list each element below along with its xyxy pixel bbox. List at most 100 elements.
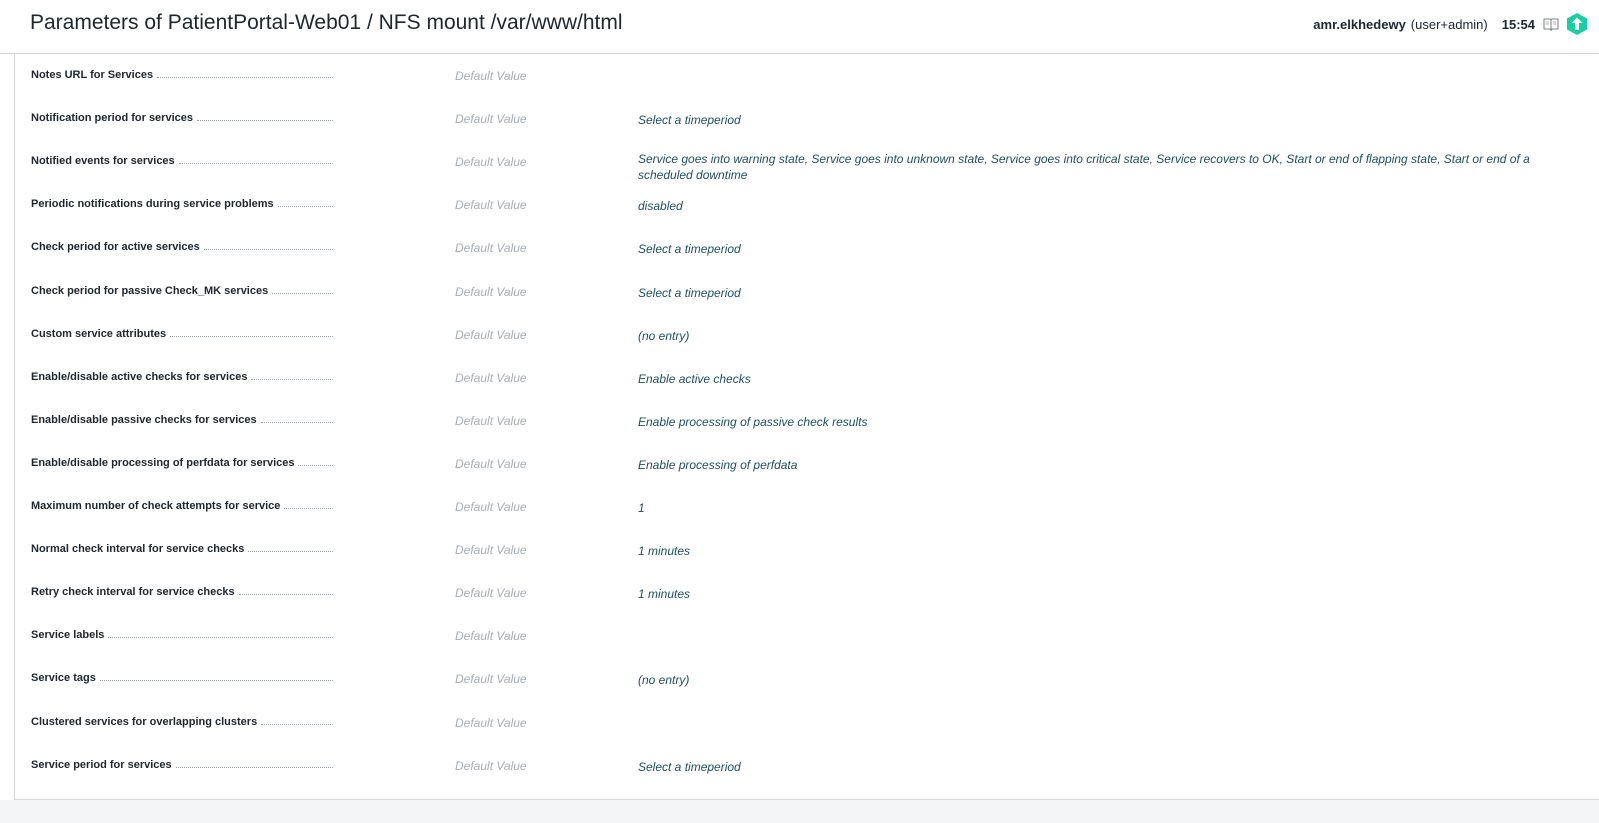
parameter-label: Service tags [31,669,333,685]
parameter-row: Clustered services for overlapping clust… [15,713,1595,756]
parameter-label-text: Enable/disable passive checks for servic… [31,413,257,426]
parameter-label: Service period for services [31,756,333,772]
leader-dots [196,120,333,122]
parameter-label-text: Notification period for services [31,112,193,125]
user-info: amr.elkhedewy (user+admin) 15:54 [1313,12,1589,36]
title-bar: Parameters of PatientPortal-Web01 / NFS … [0,0,1599,54]
parameter-label-text: Normal check interval for service checks [31,543,245,556]
parameter-row: Periodic notifications during service pr… [15,195,1595,238]
user-role: (user+admin) [1410,16,1488,32]
leader-dots [277,206,333,208]
parameter-label: Clustered services for overlapping clust… [31,713,333,729]
default-value: Default Value [455,715,527,730]
parameter-value: Select a timeperiod [638,242,741,257]
leader-dots [178,163,333,165]
parameter-value: Enable active checks [638,371,751,386]
parameter-label-text: Enable/disable active checks for service… [31,370,248,383]
parameter-label-text: Periodic notifications during service pr… [31,198,274,211]
default-value: Default Value [455,500,527,514]
parameter-row: Check period for passive Check_MK servic… [15,282,1595,325]
parameter-label-text: Service period for services [31,758,172,771]
default-value: Default Value [455,155,527,170]
default-value: Default Value [455,629,527,644]
leader-dots [170,335,333,337]
parameter-label-text: Notes URL for Services [31,69,154,81]
parameter-label: Custom service attributes [31,325,333,341]
parameter-label-text: Service tags [31,672,96,685]
leader-dots [238,594,333,596]
leader-dots [298,464,333,466]
parameter-value: (no entry) [638,673,690,688]
parameter-value: 1 minutes [638,587,691,602]
parameter-label: Periodic notifications during service pr… [31,195,333,211]
leader-dots [284,508,333,509]
default-value: Default Value [455,370,527,385]
leader-dots [272,292,333,294]
parameter-row: Service period for services Default Value… [15,756,1595,799]
parameter-row: Enable/disable passive checks for servic… [15,411,1595,454]
parameter-label-text: Clustered services for overlapping clust… [31,715,258,728]
default-value: Default Value [455,413,527,428]
parameter-label-text: Custom service attributes [31,327,167,340]
parameter-label-text: Service labels [31,629,105,642]
parameter-row: Maximum number of check attempts for ser… [15,497,1595,540]
default-value: Default Value [455,198,527,213]
parameter-label: Maximum number of check attempts for ser… [31,497,333,513]
parameter-label-text: Notified events for services [31,155,175,168]
clock: 15:54 [1501,16,1535,32]
parameters-panel: Notes URL for Services Default Value Notif… [14,54,1599,800]
leader-dots [251,378,333,380]
parameter-label-text: Retry check interval for service checks [31,586,235,599]
default-value: Default Value [455,284,527,299]
parameter-row: Notification period for services Default … [15,109,1595,152]
parameter-label: Notes URL for Services [31,66,333,82]
parameter-value: Select a timeperiod [638,759,741,774]
parameter-row: Notified events for services Default Valu… [15,152,1595,195]
default-value: Default Value [455,586,527,601]
default-value: Default Value [455,758,527,773]
parameter-row: Notes URL for Services Default Value [15,66,1595,109]
leader-dots [261,723,333,725]
leader-dots [203,249,333,251]
parameter-row: Enable/disable active checks for service… [15,368,1595,411]
page: Parameters of PatientPortal-Web01 / NFS … [0,0,1599,823]
parameter-value: Enable processing of passive check resul… [638,414,868,429]
default-value: Default Value [455,241,527,256]
parameter-row: Service tags Default Value (no entry) [15,669,1595,712]
default-value: Default Value [455,456,527,471]
parameter-label-text: Check period for active services [31,241,200,254]
checkmk-logo-icon[interactable] [1565,12,1589,36]
leader-dots [99,680,333,682]
parameter-label: Retry check interval for service checks [31,583,333,599]
parameter-row: Service labels Default Value [15,626,1595,669]
parameter-row: Normal check interval for service checks… [15,540,1595,583]
page-title: Parameters of PatientPortal-Web01 / NFS … [30,11,623,34]
parameter-row: Check period for active services Default … [15,238,1595,281]
leader-dots [175,766,333,768]
leader-dots [157,77,333,78]
parameter-row: Enable/disable processing of perfdata fo… [15,454,1595,497]
parameter-value: 1 minutes [638,544,691,559]
parameter-label: Notified events for services [31,152,333,168]
leader-dots [260,421,333,423]
parameter-value: Service goes into warning state, Service… [638,152,1530,183]
parameter-label: Service labels [31,626,333,642]
parameter-label: Enable/disable processing of perfdata fo… [31,454,333,470]
parameter-value: disabled [638,199,683,214]
parameter-value: Select a timeperiod [638,285,741,300]
parameter-row: Custom service attributes Default Value (n… [15,325,1595,368]
parameter-value: 1 [638,501,645,515]
leader-dots [248,551,333,553]
parameter-label-text: Maximum number of check attempts for ser… [31,500,281,512]
parameter-value: Select a timeperiod [638,113,741,128]
parameter-label-text: Enable/disable processing of perfdata fo… [31,456,295,469]
username[interactable]: amr.elkhedewy [1313,17,1406,32]
parameter-label: Check period for active services [31,238,333,254]
parameter-value: Enable processing of perfdata [638,457,798,472]
parameter-label: Notification period for services [31,109,333,125]
default-value: Default Value [455,543,527,558]
book-icon[interactable] [1543,17,1559,32]
parameter-label-text: Check period for passive Check_MK servic… [31,284,269,297]
parameter-label: Check period for passive Check_MK servic… [31,282,333,298]
parameter-value: (no entry) [638,328,690,343]
